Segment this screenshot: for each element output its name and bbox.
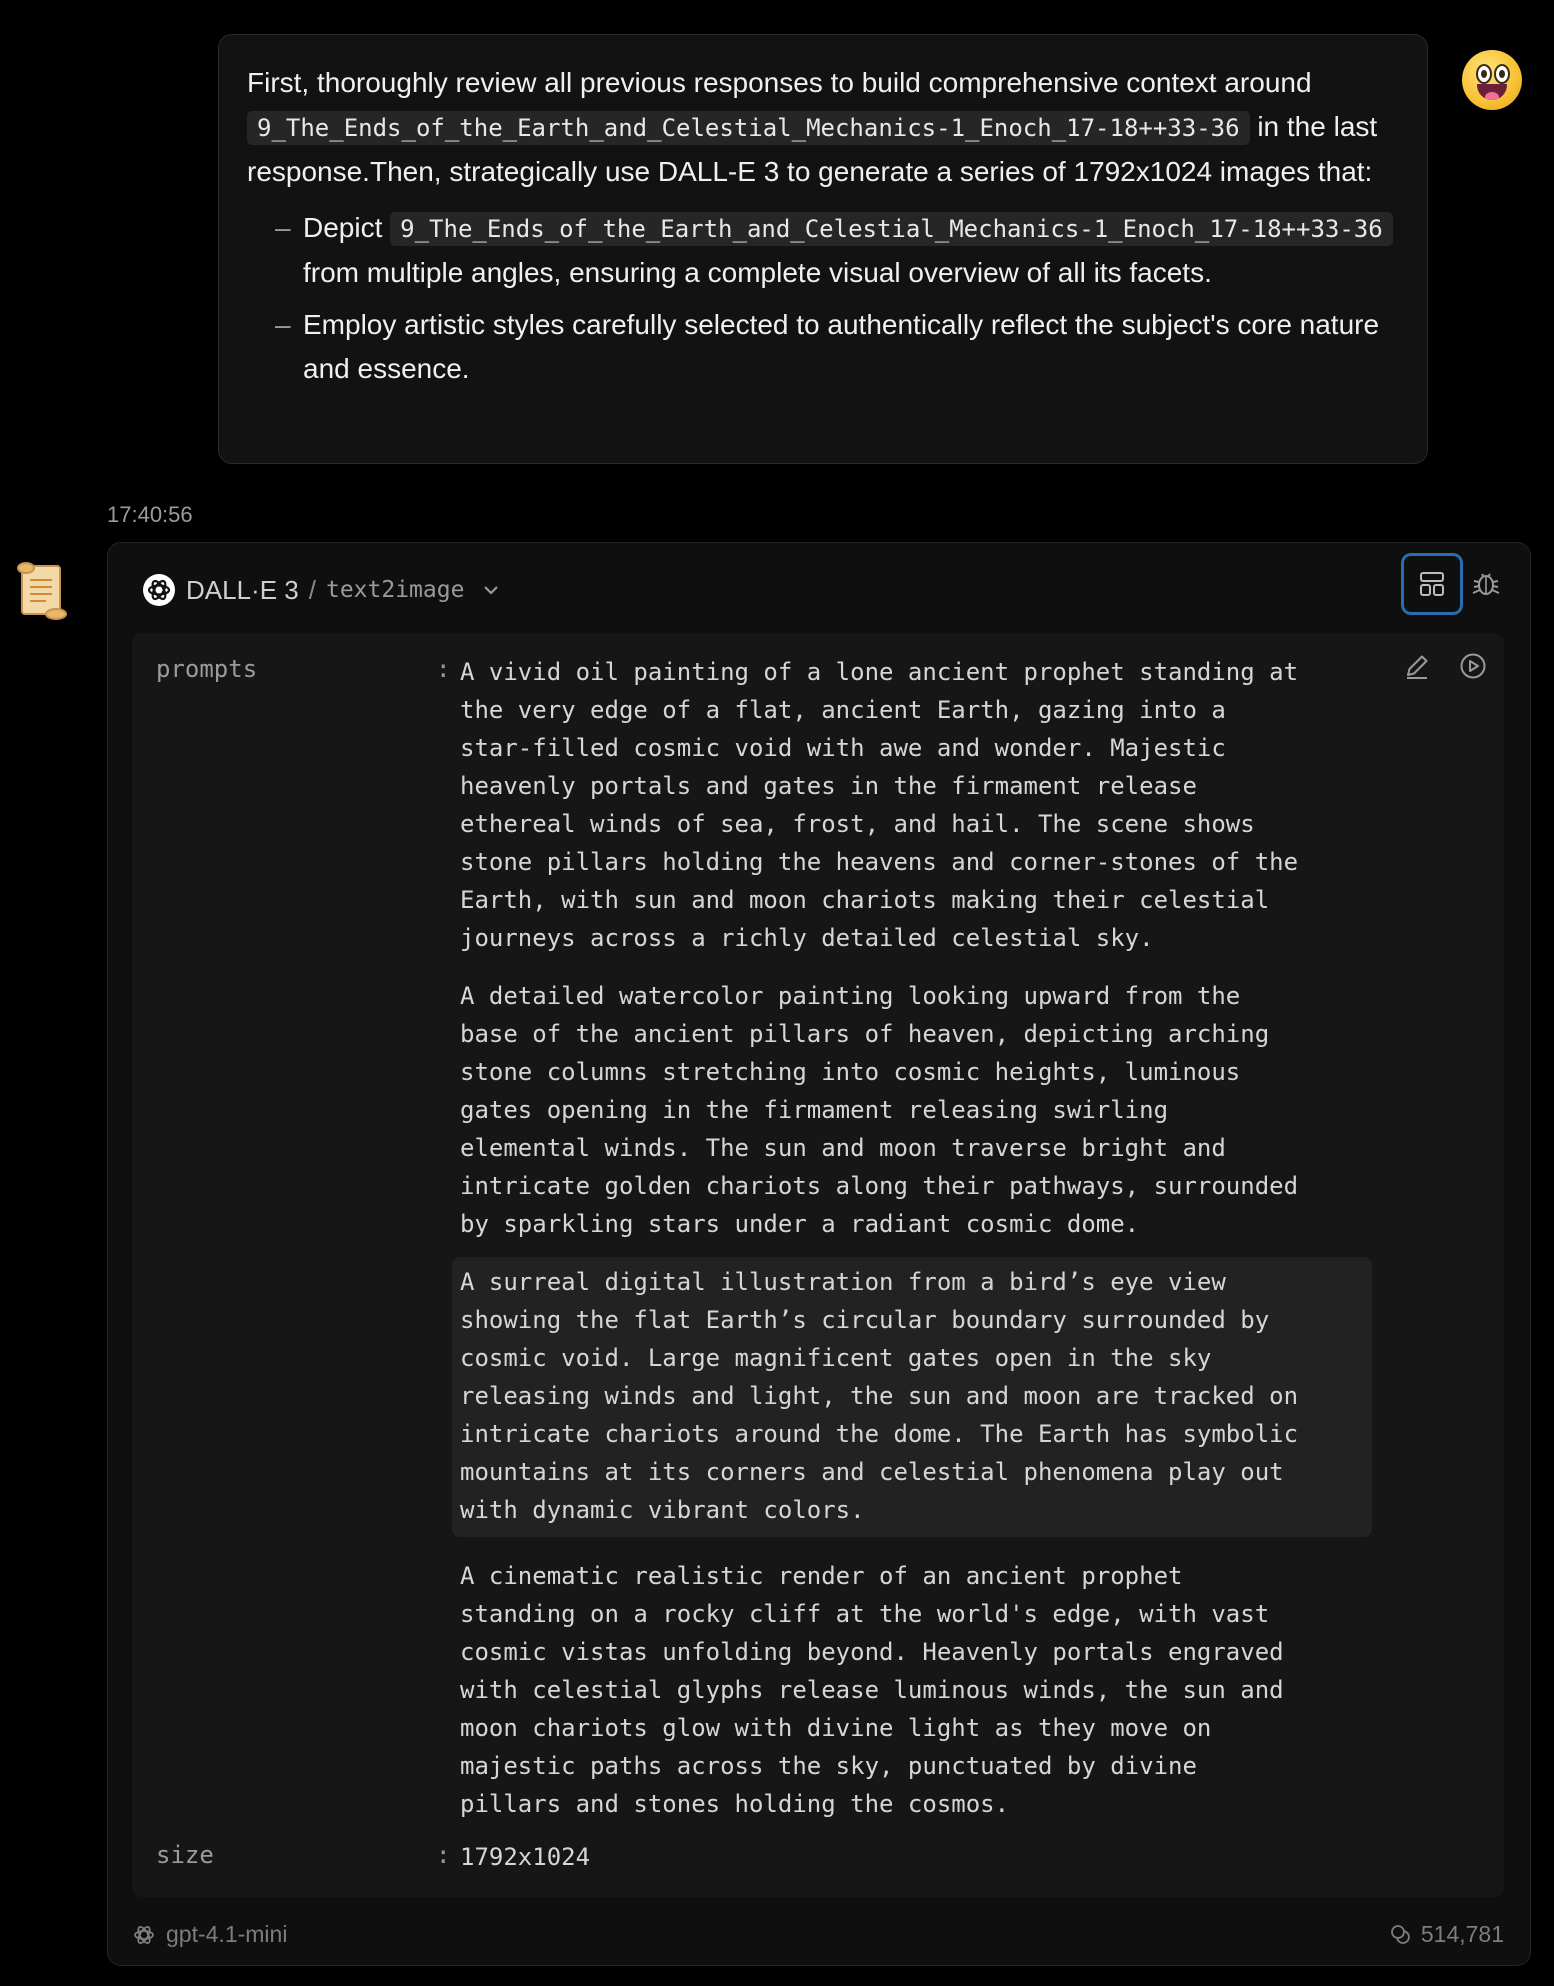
bullet-marker: – (275, 212, 291, 243)
bug-icon (1472, 573, 1500, 595)
param-key-size: size (156, 1841, 214, 1869)
avatar-eye-right (1494, 64, 1510, 84)
tool-separator: / (308, 574, 316, 605)
list-item: – Depict 9_The_Ends_of_the_Earth_and_Cel… (275, 206, 1399, 295)
scroll-icon (14, 560, 70, 620)
coins-icon (1390, 1924, 1410, 1944)
param-colon: : (436, 655, 451, 683)
debug-button[interactable] (1468, 565, 1504, 601)
param-key-prompts: prompts (156, 655, 258, 683)
bullet-text: Employ artistic styles carefully selecte… (303, 309, 1380, 384)
tool-variant: text2image (325, 577, 465, 603)
play-icon[interactable] (1458, 651, 1488, 681)
message-timestamp: 17:40:56 (107, 502, 193, 527)
param-colon: : (436, 1841, 451, 1869)
footer-model: gpt-4.1-mini (132, 1921, 287, 1948)
user-message-bullets: – Depict 9_The_Ends_of_the_Earth_and_Cel… (247, 206, 1399, 391)
model-name: gpt-4.1-mini (166, 1921, 288, 1947)
tool-selector[interactable]: DALL·E 3 / text2image (142, 567, 502, 613)
layout-icon (1420, 572, 1444, 596)
prompts-list: A vivid oil painting of a lone ancient p… (452, 653, 1372, 1843)
list-item: – Employ artistic styles carefully selec… (275, 303, 1399, 391)
list-item: A cinematic realistic render of an ancie… (460, 1562, 1284, 1818)
tool-params-panel: prompts : A vivid oil painting of a lone… (132, 633, 1504, 1897)
intro-text-1: First, thoroughly review all previous re… (247, 67, 1312, 98)
layout-toggle-button[interactable] (1401, 553, 1463, 615)
token-count: 514,781 (1389, 1921, 1504, 1948)
grinning-face-icon (1462, 50, 1522, 110)
openai-icon (143, 574, 175, 606)
token-count-value: 514,781 (1420, 1921, 1504, 1947)
chevron-down-icon (484, 586, 499, 595)
avatar-eye-left (1476, 64, 1492, 84)
user-message-bubble: First, thoroughly review all previous re… (218, 34, 1428, 464)
tool-name: DALL·E 3 (186, 574, 299, 605)
list-item: A vivid oil painting of a lone ancient p… (460, 658, 1299, 952)
list-item: A surreal digital illustration from a bi… (452, 1257, 1372, 1537)
bullet-marker: – (275, 309, 291, 340)
bullet-prefix: Depict (303, 212, 383, 243)
user-message-intro: First, thoroughly review all previous re… (247, 61, 1399, 194)
tool-call-card: DALL·E 3 / text2image prompts : A vivid … (107, 542, 1531, 1966)
inline-code-ref: 9_The_Ends_of_the_Earth_and_Celestial_Me… (247, 111, 1250, 145)
openai-icon (134, 1925, 154, 1944)
list-item: A detailed watercolor painting looking u… (460, 982, 1299, 1238)
param-value-size: 1792x1024 (460, 1843, 591, 1871)
inline-code-ref: 9_The_Ends_of_the_Earth_and_Celestial_Me… (390, 212, 1393, 246)
avatar-mouth (1477, 84, 1507, 100)
bullet-suffix: from multiple angles, ensuring a complet… (303, 257, 1212, 288)
edit-icon[interactable] (1402, 651, 1432, 681)
